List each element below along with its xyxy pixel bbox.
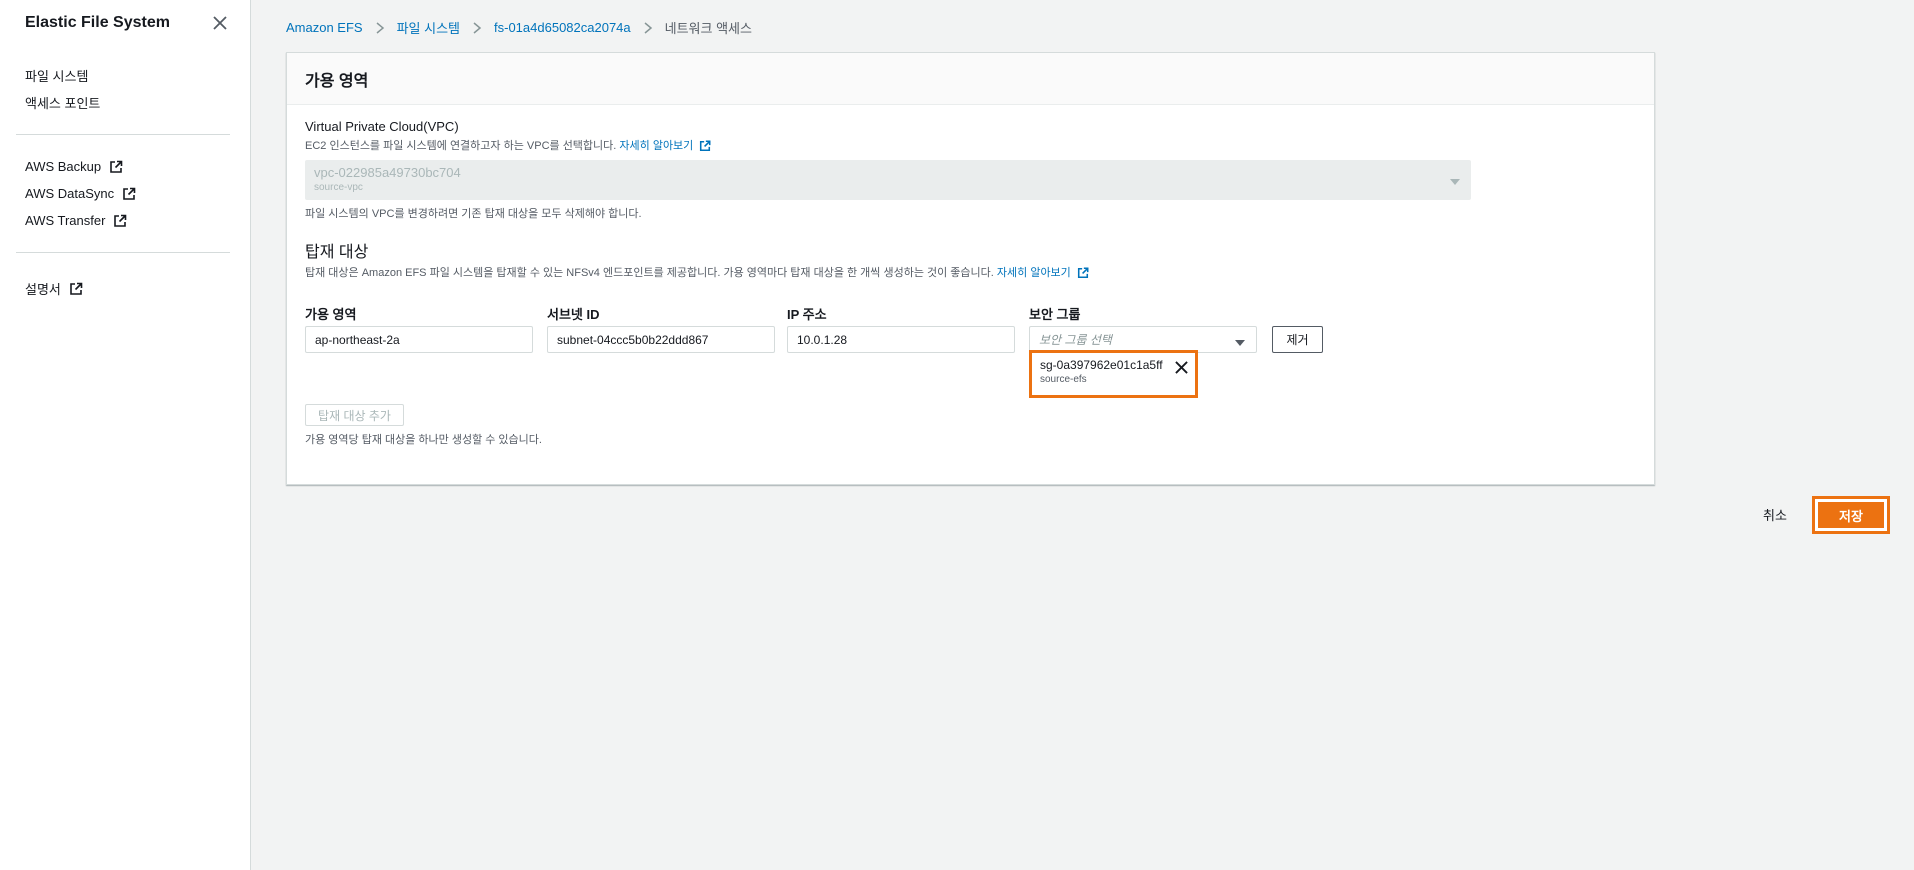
sidebar-item-file-systems[interactable]: 파일 시스템 bbox=[25, 62, 250, 89]
security-group-placeholder: 보안 그룹 선택 bbox=[1039, 333, 1112, 347]
vpc-learn-more-link[interactable]: 자세히 알아보기 bbox=[619, 140, 693, 152]
external-link-icon bbox=[109, 160, 123, 174]
vpc-hint: 파일 시스템의 VPC를 변경하려면 기존 탑재 대상을 모두 삭제해야 합니다… bbox=[305, 208, 642, 220]
panel-header: 가용 영역 bbox=[287, 53, 1654, 105]
chevron-right-icon bbox=[643, 21, 653, 34]
sidebar-item-aws-backup[interactable]: AWS Backup bbox=[25, 153, 250, 180]
sidebar-header: Elastic File System bbox=[0, 0, 250, 46]
external-link-icon bbox=[69, 282, 83, 296]
column-header-ip: IP 주소 bbox=[787, 307, 827, 322]
column-header-subnet: 서브넷 ID bbox=[547, 307, 600, 322]
panel-title: 가용 영역 bbox=[305, 72, 369, 90]
ip-address-input[interactable]: 10.0.1.28 bbox=[787, 326, 1015, 353]
external-link-icon bbox=[699, 140, 711, 152]
add-mount-target-button[interactable]: 탑재 대상 추가 bbox=[305, 404, 404, 426]
external-link-icon bbox=[113, 214, 127, 228]
mount-targets-description: 탑재 대상은 Amazon EFS 파일 시스템을 탑재할 수 있는 NFSv4… bbox=[305, 264, 1089, 280]
sidebar-item-aws-datasync[interactable]: AWS DataSync bbox=[25, 180, 250, 207]
security-group-select[interactable]: 보안 그룹 선택 bbox=[1029, 326, 1257, 353]
security-group-token-id: sg-0a397962e01c1a5ff bbox=[1040, 358, 1163, 372]
subnet-id-field[interactable]: subnet-04ccc5b0b22ddd867 bbox=[547, 326, 775, 353]
main-content: Amazon EFS 파일 시스템 fs-01a4d65082ca2074a 네… bbox=[252, 0, 1914, 870]
sidebar-item-label: AWS Backup bbox=[25, 159, 102, 174]
close-icon[interactable] bbox=[1175, 361, 1188, 377]
breadcrumb-current: 네트워크 액세스 bbox=[664, 21, 752, 36]
external-link-icon bbox=[1077, 267, 1089, 279]
chevron-right-icon bbox=[472, 21, 482, 34]
vpc-select-subvalue: source-vpc bbox=[314, 182, 363, 193]
mount-targets-description-text: 탑재 대상은 Amazon EFS 파일 시스템을 탑재할 수 있는 NFSv4… bbox=[305, 267, 994, 279]
sidebar-docs: 설명서 bbox=[0, 261, 250, 312]
breadcrumb-file-system-id[interactable]: fs-01a4d65082ca2074a bbox=[494, 20, 631, 35]
sidebar-item-label: AWS Transfer bbox=[25, 213, 106, 228]
sidebar-nav: 파일 시스템 액세스 포인트 bbox=[0, 46, 250, 126]
remove-button[interactable]: 제거 bbox=[1272, 326, 1323, 353]
vpc-label: Virtual Private Cloud(VPC) bbox=[305, 119, 459, 134]
sidebar-item-label: 설명서 bbox=[25, 282, 61, 297]
breadcrumb-amazon-efs[interactable]: Amazon EFS bbox=[286, 20, 363, 35]
security-group-token: sg-0a397962e01c1a5ff source-efs bbox=[1029, 350, 1198, 398]
sidebar-item-documentation[interactable]: 설명서 bbox=[25, 275, 250, 302]
save-button[interactable]: 저장 bbox=[1818, 502, 1884, 528]
column-header-az: 가용 영역 bbox=[305, 307, 357, 322]
vpc-select-value: vpc-022985a49730bc704 bbox=[314, 165, 461, 180]
sidebar-item-access-points[interactable]: 액세스 포인트 bbox=[25, 89, 250, 116]
external-link-icon bbox=[122, 187, 136, 201]
mount-targets-learn-more-link[interactable]: 자세히 알아보기 bbox=[997, 267, 1071, 279]
security-group-token-name: source-efs bbox=[1040, 374, 1087, 385]
breadcrumb: Amazon EFS 파일 시스템 fs-01a4d65082ca2074a 네… bbox=[286, 18, 752, 37]
sidebar-external-links: AWS Backup AWS DataSync AWS Transfer bbox=[0, 143, 250, 244]
caret-down-icon bbox=[1234, 336, 1246, 350]
save-button-highlight: 저장 bbox=[1812, 496, 1890, 534]
column-header-security-groups: 보안 그룹 bbox=[1029, 307, 1081, 322]
sidebar: Elastic File System 파일 시스템 액세스 포인트 AWS B… bbox=[0, 0, 251, 870]
sidebar-item-label: AWS DataSync bbox=[25, 186, 115, 201]
sidebar-divider bbox=[16, 134, 230, 135]
sidebar-title: Elastic File System bbox=[25, 14, 170, 31]
sidebar-divider bbox=[16, 252, 230, 253]
availability-zone-panel: 가용 영역 Virtual Private Cloud(VPC) EC2 인스턴… bbox=[286, 52, 1655, 485]
sidebar-item-aws-transfer[interactable]: AWS Transfer bbox=[25, 207, 250, 234]
close-icon[interactable] bbox=[210, 13, 230, 33]
cancel-button[interactable]: 취소 bbox=[1763, 505, 1787, 524]
vpc-description-text: EC2 인스턴스를 파일 시스템에 연결하고자 하는 VPC를 선택합니다. bbox=[305, 140, 617, 152]
breadcrumb-file-systems[interactable]: 파일 시스템 bbox=[397, 18, 460, 37]
mount-targets-title: 탑재 대상 bbox=[305, 244, 369, 261]
caret-down-icon bbox=[1449, 174, 1461, 189]
az-field[interactable]: ap-northeast-2a bbox=[305, 326, 533, 353]
chevron-right-icon bbox=[375, 21, 385, 34]
add-mount-target-hint: 가용 영역당 탑재 대상을 하나만 생성할 수 있습니다. bbox=[305, 434, 542, 446]
vpc-select[interactable]: vpc-022985a49730bc704 source-vpc bbox=[305, 160, 1471, 200]
vpc-description: EC2 인스턴스를 파일 시스템에 연결하고자 하는 VPC를 선택합니다. 자… bbox=[305, 137, 711, 153]
